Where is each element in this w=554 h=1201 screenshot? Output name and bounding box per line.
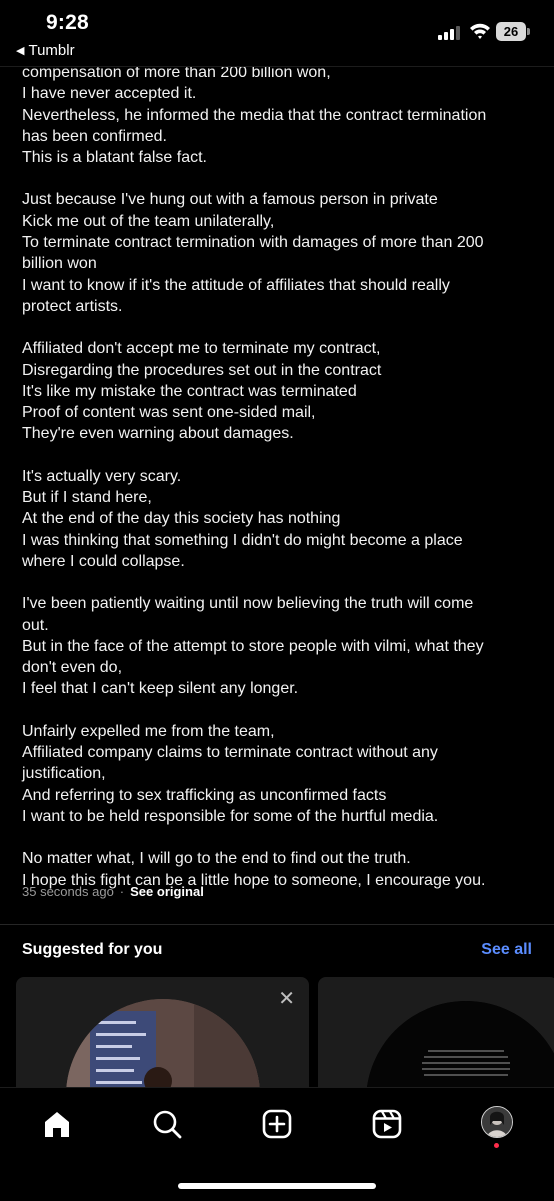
post-text-line: Unfairly expelled me from the team, <box>22 722 275 740</box>
post-paragraph: Just because I've hung out with a famous… <box>22 189 534 317</box>
post-text-line: This is a blatant false fact. <box>22 149 207 167</box>
search-icon[interactable] <box>151 1108 183 1140</box>
post-text-line: out. <box>22 616 49 634</box>
status-time: 9:28 <box>46 11 89 34</box>
post-text-line: They're even warning about damages. <box>22 425 294 443</box>
meta-separator: · <box>119 884 125 899</box>
suggested-heading: Suggested for you <box>22 941 163 958</box>
notification-dot <box>494 1143 499 1148</box>
post-text-line: Proof of content was sent one-sided mail… <box>22 404 316 422</box>
post-text-line: billion won <box>22 255 97 273</box>
post-text-line: Affiliated company claims to terminate c… <box>22 744 438 762</box>
post-text-line: I have never accepted it. <box>22 85 197 103</box>
post-text-line: Nevertheless, he informed the media that… <box>22 106 487 124</box>
section-divider <box>0 924 554 925</box>
post-timestamp: 35 seconds ago <box>22 884 114 899</box>
reels-icon[interactable] <box>371 1108 403 1140</box>
battery-icon: 26 <box>496 22 530 41</box>
post-text-line: where I could collapse. <box>22 552 185 570</box>
post-text-line: I feel that I can't keep silent any long… <box>22 680 299 698</box>
post-paragraph: compensation of more than 200 billion wo… <box>22 62 534 168</box>
wifi-icon <box>470 23 490 39</box>
status-bar: 9:28 ◀ Tumblr 26 <box>0 0 554 67</box>
home-indicator[interactable] <box>178 1183 376 1189</box>
post-text-line: Disregarding the procedures set out in t… <box>22 361 382 379</box>
post-paragraph: It's actually very scary. But if I stand … <box>22 466 534 572</box>
back-arrow-icon: ◀ <box>16 45 25 57</box>
back-app-label: Tumblr <box>28 42 75 59</box>
create-icon[interactable] <box>261 1108 293 1140</box>
post-text-line: It's actually very scary. <box>22 467 182 485</box>
post-text-line: But if I stand here, <box>22 489 152 507</box>
post-text-line: justification, <box>22 765 106 783</box>
post-text-line: has been confirmed. <box>22 127 167 145</box>
back-to-app-button[interactable]: ◀ Tumblr <box>16 42 75 59</box>
close-icon[interactable]: ✕ <box>278 989 295 1009</box>
home-icon[interactable] <box>41 1108 73 1140</box>
cellular-signal-icon <box>438 26 460 40</box>
battery-level: 26 <box>496 22 526 41</box>
post-text-line: But in the face of the attempt to store … <box>22 637 484 655</box>
post-text-line: It's like my mistake the contract was te… <box>22 382 357 400</box>
post-text-line: protect artists. <box>22 297 123 315</box>
see-original-link[interactable]: See original <box>130 884 204 899</box>
profile-photo <box>482 1107 512 1137</box>
post-paragraph: Unfairly expelled me from the team, Affil… <box>22 721 534 827</box>
post-text-line: I've been patiently waiting until now be… <box>22 595 474 613</box>
post-text-line: I was thinking that something I didn't d… <box>22 531 463 549</box>
post-text-line: don't even do, <box>22 659 123 677</box>
post-text-line: And referring to sex trafficking as unco… <box>22 786 387 804</box>
post-text-line: At the end of the day this society has n… <box>22 510 341 528</box>
post-text-line: I want to be held responsible for some o… <box>22 807 439 825</box>
post-text-line: No matter what, I will go to the end to … <box>22 850 411 868</box>
post-text-line: To terminate contract termination with d… <box>22 234 484 252</box>
see-all-link[interactable]: See all <box>481 941 532 959</box>
post-text-line: Affiliated don't accept me to terminate … <box>22 340 381 358</box>
profile-avatar[interactable] <box>481 1106 513 1138</box>
post-text-line: I want to know if it's the attitude of a… <box>22 276 450 294</box>
post-body: compensation of more than 200 billion wo… <box>22 62 534 912</box>
post-meta: 35 seconds ago · See original <box>22 884 204 899</box>
post-paragraph: Affiliated don't accept me to terminate … <box>22 338 534 444</box>
post-text-line: Just because I've hung out with a famous… <box>22 191 438 209</box>
post-paragraph: I've been patiently waiting until now be… <box>22 593 534 699</box>
post-text-line: Kick me out of the team unilaterally, <box>22 212 275 230</box>
